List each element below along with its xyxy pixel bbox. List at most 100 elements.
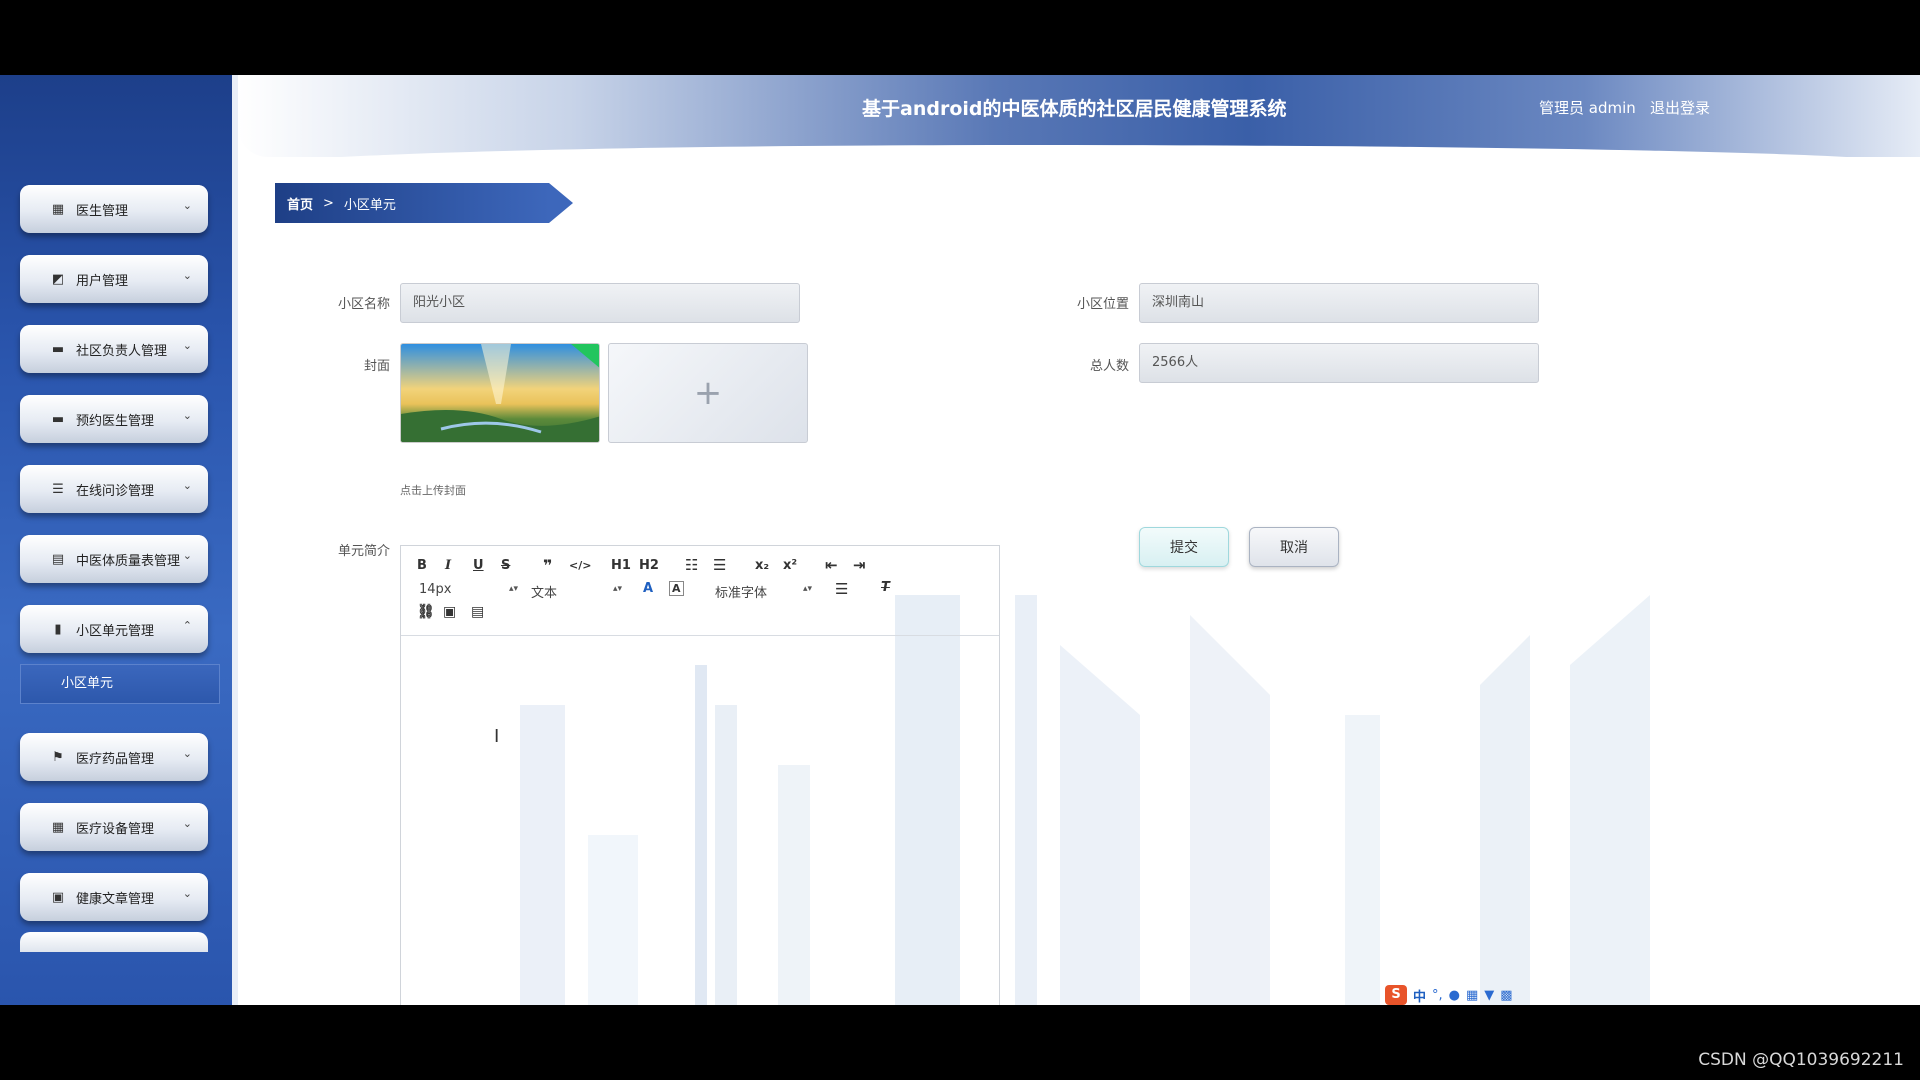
trash-icon: ▣ <box>51 889 65 905</box>
cover-upload-button[interactable]: + <box>608 343 808 443</box>
ime-toolbar[interactable]: S 中 °, ● ▦ ▼ ▩ <box>1385 985 1565 1005</box>
subscript-button[interactable]: x₂ <box>755 558 769 573</box>
cancel-button[interactable]: 取消 <box>1249 527 1339 567</box>
sidebar-item-label: 社区负责人管理 <box>76 343 168 359</box>
chevron-down-icon: ⌄ <box>182 817 192 830</box>
breadcrumb-current: 小区单元 <box>343 197 396 213</box>
rich-text-editor: B I U S ❞ </> H1 H2 ☷ ☰ x₂ x² ⇤ ⇥ 14px ▴… <box>400 545 1000 1005</box>
sidebar-item-unit[interactable]: ▮ 小区单元管理 ⌃ <box>20 605 208 653</box>
sidebar-item-user[interactable]: ◩ 用户管理 ⌄ <box>20 255 208 303</box>
intro-label: 单元简介 <box>337 544 390 559</box>
population-label: 总人数 <box>1089 359 1129 374</box>
outdent-icon[interactable]: ⇤ <box>825 556 838 574</box>
underline-button[interactable]: U <box>473 558 484 573</box>
sidebar-item-label: 预约医生管理 <box>76 413 155 429</box>
indent-icon[interactable]: ⇥ <box>853 556 866 574</box>
chevron-down-icon: ⌄ <box>182 269 192 282</box>
breadcrumb-home[interactable]: 首页 <box>287 194 313 213</box>
sidebar-item-consultation[interactable]: ☰ 在线问诊管理 ⌄ <box>20 465 208 513</box>
font-family-value: 标准字体 <box>715 586 768 601</box>
bar-chart-icon: ▮ <box>54 621 62 637</box>
keyboard-icon[interactable]: ▦ <box>1466 988 1478 1003</box>
bullet-list-icon[interactable]: ☰ <box>713 556 726 574</box>
sliders-icon: ☰ <box>52 481 64 497</box>
sidebar-item-label: 医疗药品管理 <box>76 751 155 767</box>
punctuation-icon[interactable]: °, <box>1432 988 1443 1003</box>
sidebar-item-label: 健康文章管理 <box>76 891 155 907</box>
logout-link[interactable]: 退出登录 <box>1650 97 1710 118</box>
upload-hint: 点击上传封面 <box>400 484 466 497</box>
sidebar-item-appointment[interactable]: ▬ 预约医生管理 ⌄ <box>20 395 208 443</box>
sogou-logo-icon: S <box>1385 985 1407 1005</box>
briefcase-icon: ▬ <box>51 341 65 357</box>
text-type-select[interactable]: 文本 ▴▾ <box>531 582 623 601</box>
admin-label: 管理员 admin <box>1539 99 1636 117</box>
sidebar-subitem-unit[interactable]: 小区单元 <box>20 664 220 704</box>
font-size-select[interactable]: 14px ▴▾ <box>419 582 518 597</box>
sidebar: ▦ 医生管理 ⌄ ◩ 用户管理 ⌄ ▬ 社区负责人管理 ⌄ ▬ 预约医生管理 ⌄… <box>0 75 238 1005</box>
sidebar-item-label: 医生管理 <box>76 203 129 219</box>
bold-button[interactable]: B <box>417 558 427 573</box>
background-color-icon[interactable]: A <box>669 581 684 596</box>
sidebar-item-label: 在线问诊管理 <box>76 483 155 499</box>
video-icon[interactable]: ▤ <box>471 604 484 620</box>
font-family-select[interactable]: 标准字体 ▴▾ <box>715 582 815 601</box>
clipboard-icon: ▤ <box>51 551 65 567</box>
location-input[interactable]: 深圳南山 <box>1139 283 1539 323</box>
italic-button[interactable]: I <box>445 558 451 573</box>
grid-icon: ▦ <box>51 819 65 835</box>
location-label: 小区位置 <box>1076 297 1129 312</box>
chevron-down-icon: ⌄ <box>182 199 192 212</box>
heading1-button[interactable]: H1 <box>611 558 631 573</box>
heading2-button[interactable]: H2 <box>639 558 659 573</box>
csdn-watermark: CSDN @QQ1039692211 <box>1698 1050 1904 1070</box>
font-color-icon[interactable]: A <box>643 581 653 596</box>
select-caret-icon: ▴▾ <box>509 584 519 594</box>
microphone-icon[interactable]: ● <box>1449 988 1460 1003</box>
unit-name-input[interactable]: 阳光小区 <box>400 283 800 323</box>
submit-button[interactable]: 提交 <box>1139 527 1229 567</box>
select-caret-icon: ▴▾ <box>613 584 623 594</box>
ime-chinese-mode[interactable]: 中 <box>1413 986 1426 1005</box>
image-icon[interactable]: ▣ <box>443 604 456 620</box>
cover-landscape-image <box>401 344 599 442</box>
superscript-button[interactable]: x² <box>783 558 797 573</box>
sidebar-item-label: 医疗设备管理 <box>76 821 155 837</box>
quote-icon[interactable]: ❞ <box>543 556 552 575</box>
chevron-down-icon: ⌄ <box>182 339 192 352</box>
breadcrumb-separator: > <box>323 195 334 211</box>
breadcrumb-background <box>275 183 549 223</box>
sidebar-item-community-head[interactable]: ▬ 社区负责人管理 ⌄ <box>20 325 208 373</box>
code-icon[interactable]: </> <box>569 559 591 572</box>
cover-image[interactable] <box>400 343 600 443</box>
align-icon[interactable]: ☰ <box>835 580 848 598</box>
sidebar-item-doctor[interactable]: ▦ 医生管理 ⌄ <box>20 185 208 233</box>
cover-label: 封面 <box>363 359 390 374</box>
unit-name-label: 小区名称 <box>337 297 390 312</box>
sidebar-item-partial[interactable] <box>20 932 208 952</box>
population-input[interactable]: 2566人 <box>1139 343 1539 383</box>
editor-toolbar: B I U S ❞ </> H1 H2 ☷ ☰ x₂ x² ⇤ ⇥ 14px ▴… <box>401 546 999 636</box>
text-type-value: 文本 <box>531 586 558 601</box>
chevron-down-icon: ⌄ <box>182 549 192 562</box>
letterbox-bottom: CSDN @QQ1039692211 <box>0 1005 1920 1080</box>
sidebar-item-tcm-scale[interactable]: ▤ 中医体质量表管理 ⌄ <box>20 535 208 583</box>
chart-icon: ◩ <box>51 271 65 287</box>
chevron-down-icon: ⌄ <box>182 887 192 900</box>
app-title: 基于android的中医体质的社区居民健康管理系统 <box>862 98 1287 120</box>
chevron-up-icon: ⌃ <box>182 619 192 632</box>
skin-icon[interactable]: ▼ <box>1484 988 1494 1003</box>
plus-icon: + <box>693 373 723 413</box>
strike-button[interactable]: S <box>501 558 510 573</box>
ordered-list-icon[interactable]: ☷ <box>685 556 698 574</box>
sidebar-item-equipment[interactable]: ▦ 医疗设备管理 ⌄ <box>20 803 208 851</box>
apps-icon[interactable]: ▩ <box>1500 988 1512 1003</box>
grid-icon: ▦ <box>51 201 65 217</box>
sidebar-item-medicine[interactable]: ⚑ 医疗药品管理 ⌄ <box>20 733 208 781</box>
link-icon[interactable]: ⛓ <box>417 604 435 620</box>
sidebar-item-article[interactable]: ▣ 健康文章管理 ⌄ <box>20 873 208 921</box>
message-icon: ▬ <box>51 411 65 427</box>
chevron-down-icon: ⌄ <box>182 479 192 492</box>
app-screen: ▦ 医生管理 ⌄ ◩ 用户管理 ⌄ ▬ 社区负责人管理 ⌄ ▬ 预约医生管理 ⌄… <box>0 75 1920 1005</box>
clear-format-icon[interactable]: T <box>881 580 890 595</box>
